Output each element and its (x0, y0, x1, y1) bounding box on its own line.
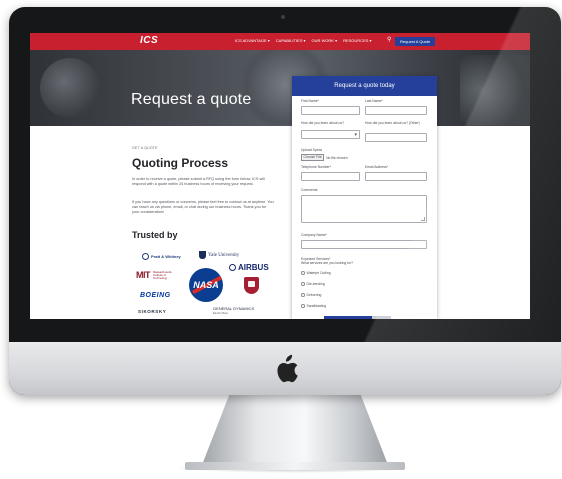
hero-image-part (40, 58, 100, 118)
phone-field[interactable] (301, 172, 360, 181)
choose-file-button[interactable]: Choose File (301, 154, 325, 161)
no-file-text: No file chosen (326, 155, 348, 160)
hero-image-part (460, 55, 530, 125)
service-option-waterjet[interactable]: Waterjet Cutting (301, 271, 331, 275)
top-nav: ICS ICS ADVANTAGE ▾ CAPABILITIES ▾ OUR W… (30, 33, 530, 50)
expected-services-hint: What services are you looking for? (301, 261, 354, 265)
last-name-label: Last Name* (365, 99, 383, 103)
contact-paragraph: If you have any questions or concerns, p… (132, 200, 274, 214)
nav-item-resources[interactable]: RESOURCES ▾ (343, 38, 371, 43)
request-quote-button[interactable]: Request A Quote (395, 37, 436, 46)
nav-links: ICS ADVANTAGE ▾ CAPABILITIES ▾ OUR WORK … (235, 38, 372, 43)
heard-about-other-field[interactable] (365, 133, 427, 142)
main-content: GET A QUOTE Quoting Process In order to … (30, 126, 530, 319)
heard-about-other-label: How did you learn about us? (Other) (365, 121, 420, 125)
company-name-field[interactable] (301, 240, 427, 249)
first-name-label: First Name* (301, 99, 319, 103)
last-name-field[interactable] (365, 106, 427, 115)
pratt-whitney-ring-icon (142, 253, 149, 260)
search-icon[interactable]: ⚲ (387, 37, 391, 43)
client-logos: Pratt & Whitney Yale University AIRBUS M… (132, 247, 282, 319)
email-label: Email Address* (365, 165, 388, 169)
site-logo[interactable]: ICS (140, 35, 158, 46)
nav-item-our-work[interactable]: OUR WORK ▾ (312, 38, 338, 43)
yale-logo: Yale University (199, 251, 239, 259)
radio-icon (301, 293, 305, 297)
service-option-die-bending[interactable]: Die-bending (301, 282, 325, 286)
sikorsky-logo: SIKORSKY (138, 309, 167, 314)
radio-icon (301, 271, 305, 275)
submit-button[interactable] (324, 316, 372, 319)
apple-icon (277, 354, 298, 383)
section-title: Quoting Process (132, 156, 229, 170)
hero-banner: Request a quote (30, 50, 530, 126)
harvard-shield-logo (244, 277, 259, 294)
phone-label: Telephone Number* (301, 165, 331, 169)
radio-icon (301, 282, 305, 286)
website-screen: ICS ICS ADVANTAGE ▾ CAPABILITIES ▾ OUR W… (30, 33, 530, 319)
submit-button-edge (372, 316, 391, 319)
radio-icon (301, 304, 305, 308)
section-eyebrow: GET A QUOTE (132, 146, 158, 150)
imac-stand (200, 392, 390, 470)
camera-icon (281, 15, 285, 19)
boeing-logo: BOEING (140, 292, 171, 299)
trusted-by-title: Trusted by (132, 230, 178, 240)
quote-form: Request a quote today First Name* Last N… (292, 76, 437, 319)
comments-textarea[interactable] (301, 195, 427, 223)
yale-shield-icon (199, 251, 206, 259)
heard-about-label: How did you learn about us? (301, 121, 344, 125)
airbus-logo: AIRBUS (229, 263, 269, 272)
service-option-deburring[interactable]: Deburring (301, 293, 321, 297)
upload-specs-control: Choose File No file chosen (301, 154, 348, 161)
imac-stand-base (185, 462, 405, 470)
intro-paragraph: In order to receive a quote, please subm… (132, 177, 265, 186)
comments-label: Comments (301, 188, 318, 192)
nav-item-capabilities[interactable]: CAPABILITIES ▾ (276, 38, 306, 43)
hero-title: Request a quote (131, 91, 252, 108)
quote-form-title: Request a quote today (292, 76, 437, 96)
company-name-label: Company Name* (301, 233, 327, 237)
nasa-logo: NASA (189, 268, 223, 302)
airbus-globe-icon (229, 264, 236, 271)
first-name-field[interactable] (301, 106, 360, 115)
pratt-whitney-logo: Pratt & Whitney (142, 253, 181, 260)
service-option-sandblasting[interactable]: Sandblasting (301, 304, 326, 308)
heard-about-select[interactable] (301, 130, 360, 139)
email-field[interactable] (365, 172, 427, 181)
nav-item-ics-advantage[interactable]: ICS ADVANTAGE ▾ (235, 38, 270, 43)
upload-specs-label: Upload Specs (301, 148, 323, 152)
mit-logo: MIT Massachusetts Institute of Technolog… (136, 269, 172, 280)
general-dynamics-logo: GENERAL DYNAMICS Electric Boat (213, 306, 255, 315)
